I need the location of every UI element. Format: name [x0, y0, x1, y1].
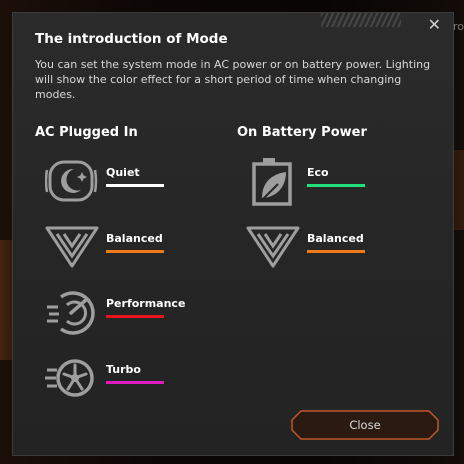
- mode-color-bar: [106, 250, 164, 253]
- mode-label: Balanced: [106, 232, 163, 245]
- mode-color-bar: [106, 315, 164, 318]
- decorative-stripes: [321, 13, 401, 27]
- ac-column-heading: AC Plugged In: [35, 125, 138, 140]
- battery-column-heading: On Battery Power: [237, 125, 367, 140]
- mode-color-bar: [307, 250, 365, 253]
- close-button-label: Close: [349, 418, 381, 432]
- ac-mode-performance: Performance: [45, 287, 225, 343]
- mode-label: Turbo: [106, 363, 141, 376]
- battery-mode-balanced: Balanced: [246, 222, 426, 278]
- quiet-mode-icon: [45, 160, 98, 202]
- battery-mode-eco: Eco: [246, 156, 426, 212]
- mode-label: Balanced: [307, 232, 364, 245]
- close-icon[interactable]: ✕: [428, 15, 441, 34]
- turbo-mode-icon: [45, 359, 94, 397]
- balanced-mode-icon: [246, 226, 300, 268]
- mode-introduction-dialog: ✕ The introduction of Mode You can set t…: [12, 12, 454, 456]
- ac-mode-quiet: Quiet: [45, 156, 225, 212]
- eco-mode-icon: [252, 158, 292, 206]
- mode-label: Eco: [307, 166, 329, 179]
- mode-color-bar: [307, 184, 365, 187]
- mode-color-bar: [106, 381, 164, 384]
- mode-label: Performance: [106, 297, 186, 310]
- close-button[interactable]: Close: [291, 410, 439, 440]
- balanced-mode-icon: [45, 226, 99, 268]
- dialog-description: You can set the system mode in AC power …: [35, 58, 431, 101]
- ac-mode-balanced: Balanced: [45, 222, 225, 278]
- mode-color-bar: [106, 184, 164, 187]
- ac-mode-turbo: Turbo: [45, 353, 225, 409]
- performance-mode-icon: [47, 291, 95, 335]
- dialog-title: The introduction of Mode: [35, 31, 228, 47]
- mode-label: Quiet: [106, 166, 140, 179]
